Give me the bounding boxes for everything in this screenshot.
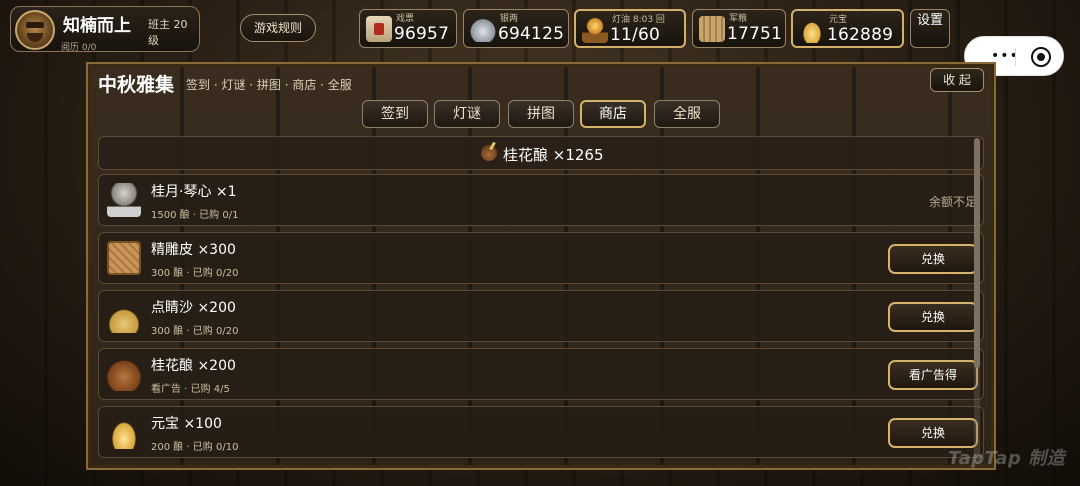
player-name: 知楠而上 xyxy=(63,16,131,36)
resource-value: 694125 xyxy=(498,24,565,44)
wine-jar-icon xyxy=(107,357,141,391)
ingot-icon xyxy=(799,17,825,43)
leather-icon xyxy=(107,241,141,275)
event-panel: 中秋雅集 签到 · 灯谜 · 拼图 · 商店 · 全服 收 起 签到 灯谜 拼图… xyxy=(86,62,996,470)
insufficient-balance-label: 余额不足 xyxy=(928,195,977,209)
currency-balance: 桂花酿 ×1265 xyxy=(98,136,984,170)
item-meta: 1500 酿 · 已购 0/1 xyxy=(151,210,239,221)
resource-label: 戏票 xyxy=(396,14,415,24)
sand-icon xyxy=(107,299,141,333)
exchange-button[interactable]: 兑换 xyxy=(888,244,978,274)
game-screen: 知楠而上 班主 20 级 阅历 0/0 游戏规则 戏票 96957 银两 694… xyxy=(0,0,1080,486)
item-name: 精雕皮 ×300 xyxy=(151,242,236,258)
resource-value: 96957 xyxy=(394,24,450,44)
item-meta: 看广告 · 已购 4/5 xyxy=(151,384,230,395)
item-meta: 300 酿 · 已购 0/20 xyxy=(151,268,239,279)
list-scrollbar[interactable] xyxy=(974,138,980,464)
resource-value: 11/60 xyxy=(610,25,660,45)
shop-item: 元宝 ×100 200 酿 · 已购 0/10 兑换 xyxy=(98,406,984,458)
resource-label: 军粮 xyxy=(729,14,748,24)
gold-ingot-icon xyxy=(107,415,141,449)
panel-title: 中秋雅集 xyxy=(98,74,175,96)
shop-item: 精雕皮 ×300 300 酿 · 已购 0/20 兑换 xyxy=(98,232,984,284)
wine-jar-icon xyxy=(481,145,497,161)
taptap-watermark: TapTap 制造 xyxy=(948,448,1066,469)
panel-subtitle: 签到 · 灯谜 · 拼图 · 商店 · 全服 xyxy=(186,78,352,92)
resource-label: 元宝 xyxy=(829,15,848,25)
tab-puzzle[interactable]: 拼图 xyxy=(508,100,574,128)
shop-item: 桂花酿 ×200 看广告 · 已购 4/5 看广告得 xyxy=(98,348,984,400)
tab-shop[interactable]: 商店 xyxy=(580,100,646,128)
tab-server[interactable]: 全服 xyxy=(654,100,720,128)
item-name: 桂花酿 ×200 xyxy=(151,358,236,374)
player-rank: 班主 20 级 xyxy=(148,18,188,47)
exchange-button[interactable]: 兑换 xyxy=(888,302,978,332)
game-rules-button[interactable]: 游戏规则 xyxy=(240,14,316,42)
resource-value: 162889 xyxy=(827,25,894,45)
tab-riddles[interactable]: 灯谜 xyxy=(434,100,500,128)
resource-grain[interactable]: 军粮 17751 xyxy=(692,9,786,48)
resource-label: 银两 xyxy=(500,14,519,24)
item-name: 桂月·琴心 ×1 xyxy=(151,184,237,200)
resource-lamp-oil[interactable]: 灯油 8:03 回 11/60 xyxy=(574,9,686,48)
shop-item: 点睛沙 ×200 300 酿 · 已购 0/20 兑换 xyxy=(98,290,984,342)
shop-list: 桂月·琴心 ×1 1500 酿 · 已购 0/1 余额不足 精雕皮 ×300 3… xyxy=(98,174,984,468)
close-miniprogram-icon[interactable] xyxy=(1031,47,1051,67)
resource-ingots[interactable]: 元宝 162889 xyxy=(791,9,904,48)
resource-value: 17751 xyxy=(727,24,783,44)
silver-icon xyxy=(470,16,496,42)
item-name: 点睛沙 ×200 xyxy=(151,300,236,316)
resource-label: 灯油 8:03 回 xyxy=(612,15,665,25)
item-meta: 200 酿 · 已购 0/10 xyxy=(151,442,239,453)
grain-icon xyxy=(699,16,725,42)
resource-silver[interactable]: 银两 694125 xyxy=(463,9,569,48)
lamp-icon xyxy=(582,17,608,43)
capsule-divider xyxy=(1015,48,1016,66)
item-meta: 300 酿 · 已购 0/20 xyxy=(151,326,239,337)
balance-text: 桂花酿 ×1265 xyxy=(503,146,604,164)
player-avatar[interactable] xyxy=(15,10,55,50)
tab-checkin[interactable]: 签到 xyxy=(362,100,428,128)
player-profile[interactable]: 知楠而上 班主 20 级 阅历 0/0 xyxy=(10,6,200,53)
settings-button[interactable]: 设置 xyxy=(910,9,950,48)
ticket-icon xyxy=(366,16,392,42)
resource-tickets[interactable]: 戏票 96957 xyxy=(359,9,457,48)
shop-item: 桂月·琴心 ×1 1500 酿 · 已购 0/1 余额不足 xyxy=(98,174,984,226)
item-name: 元宝 ×100 xyxy=(151,416,222,432)
watch-ad-button[interactable]: 看广告得 xyxy=(888,360,978,390)
collapse-button[interactable]: 收 起 xyxy=(930,68,984,92)
player-exp: 阅历 0/0 xyxy=(61,43,97,53)
lady-icon xyxy=(107,183,141,217)
